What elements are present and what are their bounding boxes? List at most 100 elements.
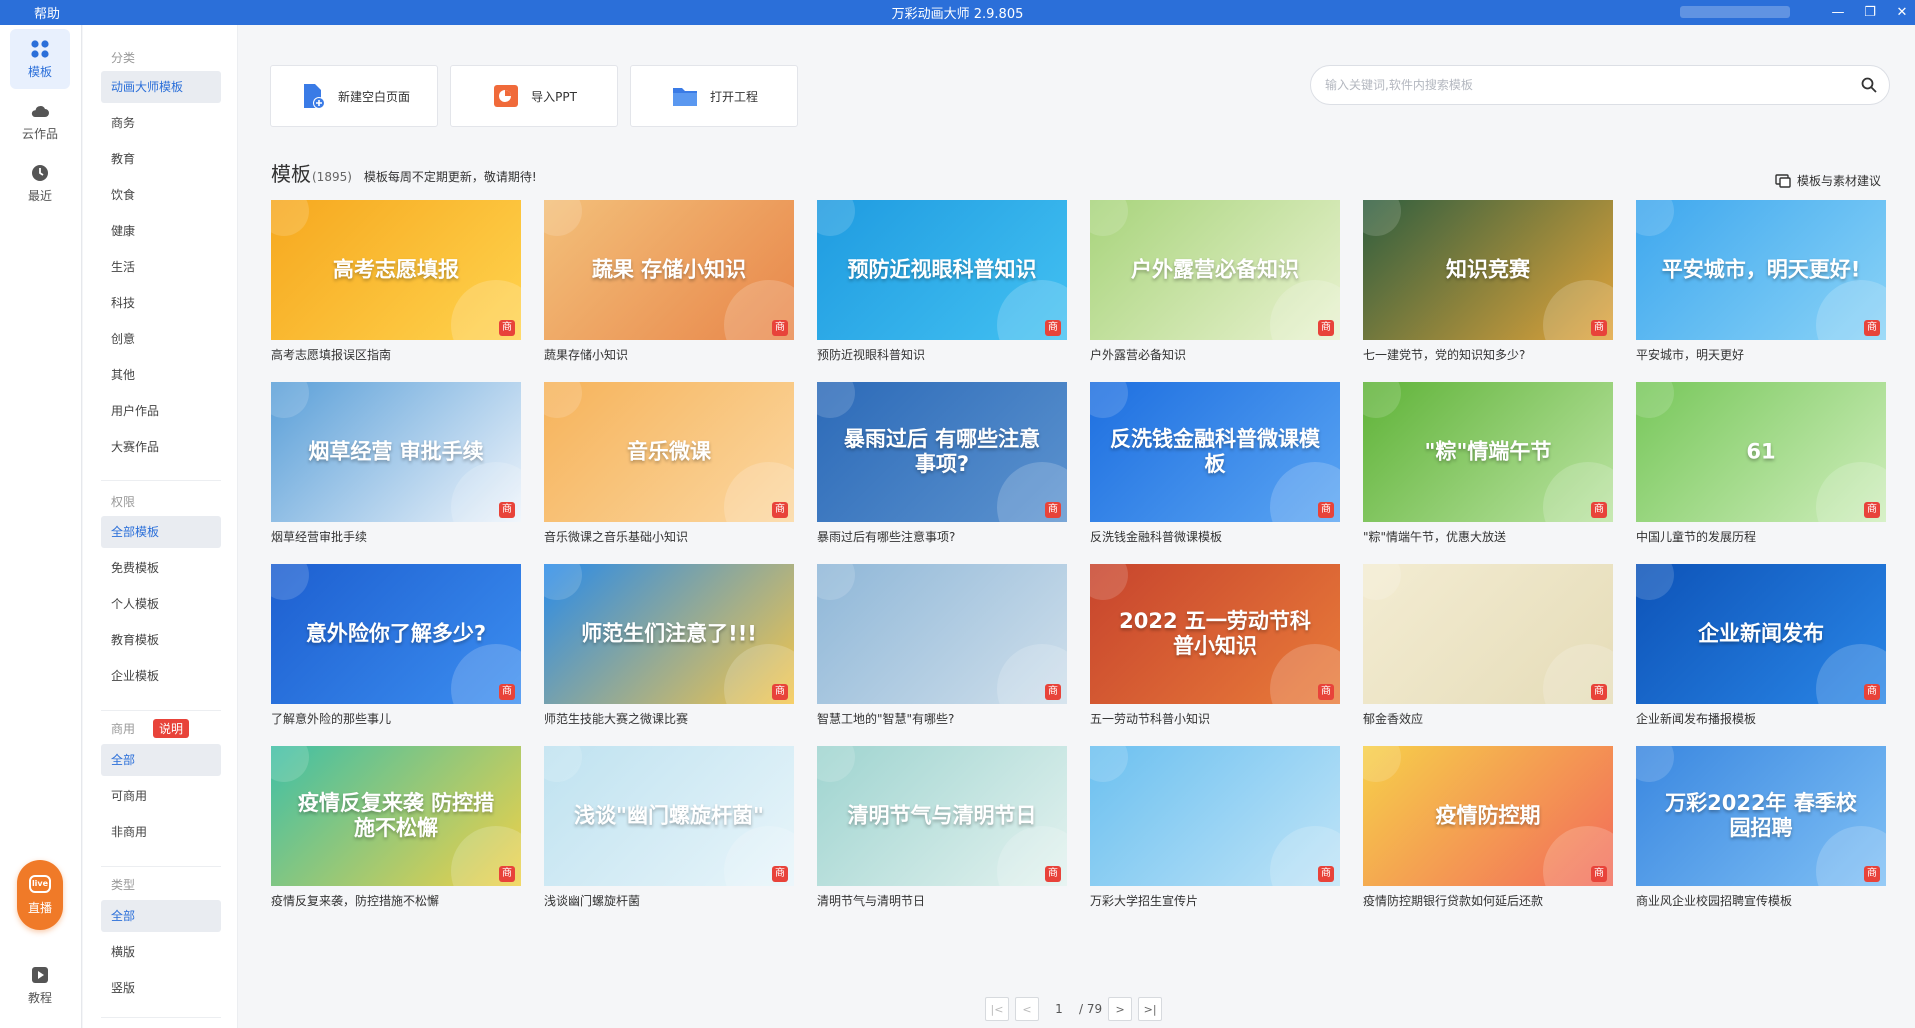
filter-permission[interactable]: 全部模板	[101, 516, 221, 548]
rail-item-tutorial[interactable]: 教程	[10, 955, 70, 1015]
rail-item-cloud[interactable]: 云作品	[10, 91, 70, 151]
commercial-note-badge[interactable]: 说明	[153, 719, 190, 738]
template-name[interactable]: 烟草经营审批手续	[271, 528, 521, 545]
template-name[interactable]: 反洗钱金融科普微课模板	[1090, 528, 1340, 545]
search-icon[interactable]	[1849, 66, 1889, 104]
filter-category[interactable]: 商务	[101, 107, 221, 139]
template-thumbnail[interactable]: 61 商	[1636, 382, 1886, 522]
template-thumbnail[interactable]: 蔬果 存储小知识商	[544, 200, 794, 340]
template-name[interactable]: 商业风企业校园招聘宣传模板	[1636, 892, 1886, 909]
live-button[interactable]: live 直播	[17, 860, 63, 930]
template-thumbnail[interactable]: 商	[817, 564, 1067, 704]
template-card[interactable]: 烟草经营 审批手续商烟草经营审批手续	[271, 382, 521, 545]
filter-category[interactable]: 健康	[101, 215, 221, 247]
template-thumbnail[interactable]: 反洗钱金融科普微课模板商	[1090, 382, 1340, 522]
template-card[interactable]: 企业新闻发布商企业新闻发布播报模板	[1636, 564, 1886, 727]
template-name[interactable]: 中国儿童节的发展历程	[1636, 528, 1886, 545]
template-card[interactable]: 反洗钱金融科普微课模板商反洗钱金融科普微课模板	[1090, 382, 1340, 545]
template-name[interactable]: 预防近视眼科普知识	[817, 346, 1067, 363]
template-card[interactable]: 浅谈"幽门螺旋杆菌" 商浅谈幽门螺旋杆菌	[544, 746, 794, 909]
user-account[interactable]	[1680, 6, 1790, 18]
template-thumbnail[interactable]: 清明节气与清明节日商	[817, 746, 1067, 886]
filter-permission[interactable]: 教育模板	[101, 624, 221, 656]
template-thumbnail[interactable]: 万彩2022年 春季校园招聘商	[1636, 746, 1886, 886]
help-menu[interactable]: 帮助	[0, 3, 60, 22]
template-thumbnail[interactable]: 疫情防控期商	[1363, 746, 1613, 886]
template-card[interactable]: 疫情反复来袭 防控措施不松懈商疫情反复来袭，防控措施不松懈	[271, 746, 521, 909]
template-thumbnail[interactable]: 浅谈"幽门螺旋杆菌" 商	[544, 746, 794, 886]
template-thumbnail[interactable]: 师范生们注意了!!! 商	[544, 564, 794, 704]
template-name[interactable]: 郁金香效应	[1363, 710, 1613, 727]
template-name[interactable]: 企业新闻发布播报模板	[1636, 710, 1886, 727]
minimize-icon[interactable]: —	[1831, 5, 1845, 20]
template-thumbnail[interactable]: 户外露营必备知识商	[1090, 200, 1340, 340]
filter-commercial[interactable]: 非商用	[101, 816, 221, 848]
template-card[interactable]: 商万彩大学招生宣传片	[1090, 746, 1340, 909]
filter-category[interactable]: 创意	[101, 323, 221, 355]
rail-item-templates[interactable]: 模板	[10, 29, 70, 89]
template-thumbnail[interactable]: 高考志愿填报商	[271, 200, 521, 340]
template-thumbnail[interactable]: 知识竞赛商	[1363, 200, 1613, 340]
template-thumbnail[interactable]: 意外险你了解多少? 商	[271, 564, 521, 704]
template-name[interactable]: 七一建党节，党的知识知多少?	[1363, 346, 1613, 363]
filter-commercial[interactable]: 全部	[101, 744, 221, 776]
template-name[interactable]: 智慧工地的"智慧"有哪些?	[817, 710, 1067, 727]
filter-category[interactable]: 动画大师模板	[101, 71, 221, 103]
template-name[interactable]: 疫情反复来袭，防控措施不松懈	[271, 892, 521, 909]
template-name[interactable]: 户外露营必备知识	[1090, 346, 1340, 363]
template-thumbnail[interactable]: 商	[1363, 564, 1613, 704]
new-blank-page-button[interactable]: 新建空白页面	[270, 65, 438, 127]
template-card[interactable]: 平安城市，明天更好! 商平安城市，明天更好	[1636, 200, 1886, 363]
search-box[interactable]	[1310, 65, 1890, 105]
template-thumbnail[interactable]: 疫情反复来袭 防控措施不松懈商	[271, 746, 521, 886]
prev-page-button[interactable]: <	[1015, 997, 1039, 1021]
template-card[interactable]: 暴雨过后 有哪些注意事项? 商暴雨过后有哪些注意事项?	[817, 382, 1067, 545]
filter-permission[interactable]: 个人模板	[101, 588, 221, 620]
restore-icon[interactable]: ❐	[1863, 5, 1877, 20]
template-thumbnail[interactable]: 烟草经营 审批手续商	[271, 382, 521, 522]
filter-type[interactable]: 竖版	[101, 972, 221, 1004]
filter-category[interactable]: 教育	[101, 143, 221, 175]
next-page-button[interactable]: >	[1108, 997, 1133, 1021]
filter-permission[interactable]: 企业模板	[101, 660, 221, 692]
template-thumbnail[interactable]: "粽"情端午节商	[1363, 382, 1613, 522]
template-card[interactable]: 2022 五一劳动节科普小知识商五一劳动节科普小知识	[1090, 564, 1340, 727]
filter-category[interactable]: 大赛作品	[101, 431, 221, 463]
template-card[interactable]: 预防近视眼科普知识商预防近视眼科普知识	[817, 200, 1067, 363]
template-thumbnail[interactable]: 企业新闻发布商	[1636, 564, 1886, 704]
template-card[interactable]: 61 商中国儿童节的发展历程	[1636, 382, 1886, 545]
template-card[interactable]: 高考志愿填报商高考志愿填报误区指南	[271, 200, 521, 363]
template-name[interactable]: 平安城市，明天更好	[1636, 346, 1886, 363]
template-thumbnail[interactable]: 商	[1090, 746, 1340, 886]
template-card[interactable]: 知识竞赛商七一建党节，党的知识知多少?	[1363, 200, 1613, 363]
template-card[interactable]: 疫情防控期商疫情防控期银行贷款如何延后还款	[1363, 746, 1613, 909]
last-page-button[interactable]: >|	[1138, 997, 1163, 1021]
current-page[interactable]: 1	[1045, 1002, 1073, 1016]
template-thumbnail[interactable]: 平安城市，明天更好! 商	[1636, 200, 1886, 340]
filter-category[interactable]: 用户作品	[101, 395, 221, 427]
rail-item-recent[interactable]: 最近	[10, 153, 70, 213]
filter-type[interactable]: 全部	[101, 900, 221, 932]
template-name[interactable]: "粽"情端午节，优惠大放送	[1363, 528, 1613, 545]
template-name[interactable]: 蔬果存储小知识	[544, 346, 794, 363]
template-name[interactable]: 万彩大学招生宣传片	[1090, 892, 1340, 909]
suggestion-link[interactable]: 模板与素材建议	[1775, 172, 1881, 189]
first-page-button[interactable]: |<	[985, 997, 1009, 1021]
filter-category[interactable]: 其他	[101, 359, 221, 391]
template-thumbnail[interactable]: 预防近视眼科普知识商	[817, 200, 1067, 340]
template-name[interactable]: 了解意外险的那些事儿	[271, 710, 521, 727]
template-name[interactable]: 五一劳动节科普小知识	[1090, 710, 1340, 727]
template-card[interactable]: "粽"情端午节商 "粽"情端午节，优惠大放送	[1363, 382, 1613, 545]
filter-permission[interactable]: 免费模板	[101, 552, 221, 584]
template-name[interactable]: 浅谈幽门螺旋杆菌	[544, 892, 794, 909]
template-thumbnail[interactable]: 音乐微课商	[544, 382, 794, 522]
filter-category[interactable]: 科技	[101, 287, 221, 319]
template-name[interactable]: 师范生技能大赛之微课比赛	[544, 710, 794, 727]
template-name[interactable]: 暴雨过后有哪些注意事项?	[817, 528, 1067, 545]
import-ppt-button[interactable]: 导入PPT	[450, 65, 618, 127]
template-thumbnail[interactable]: 2022 五一劳动节科普小知识商	[1090, 564, 1340, 704]
filter-category[interactable]: 生活	[101, 251, 221, 283]
template-card[interactable]: 清明节气与清明节日商清明节气与清明节日	[817, 746, 1067, 909]
template-thumbnail[interactable]: 暴雨过后 有哪些注意事项? 商	[817, 382, 1067, 522]
filter-type[interactable]: 横版	[101, 936, 221, 968]
